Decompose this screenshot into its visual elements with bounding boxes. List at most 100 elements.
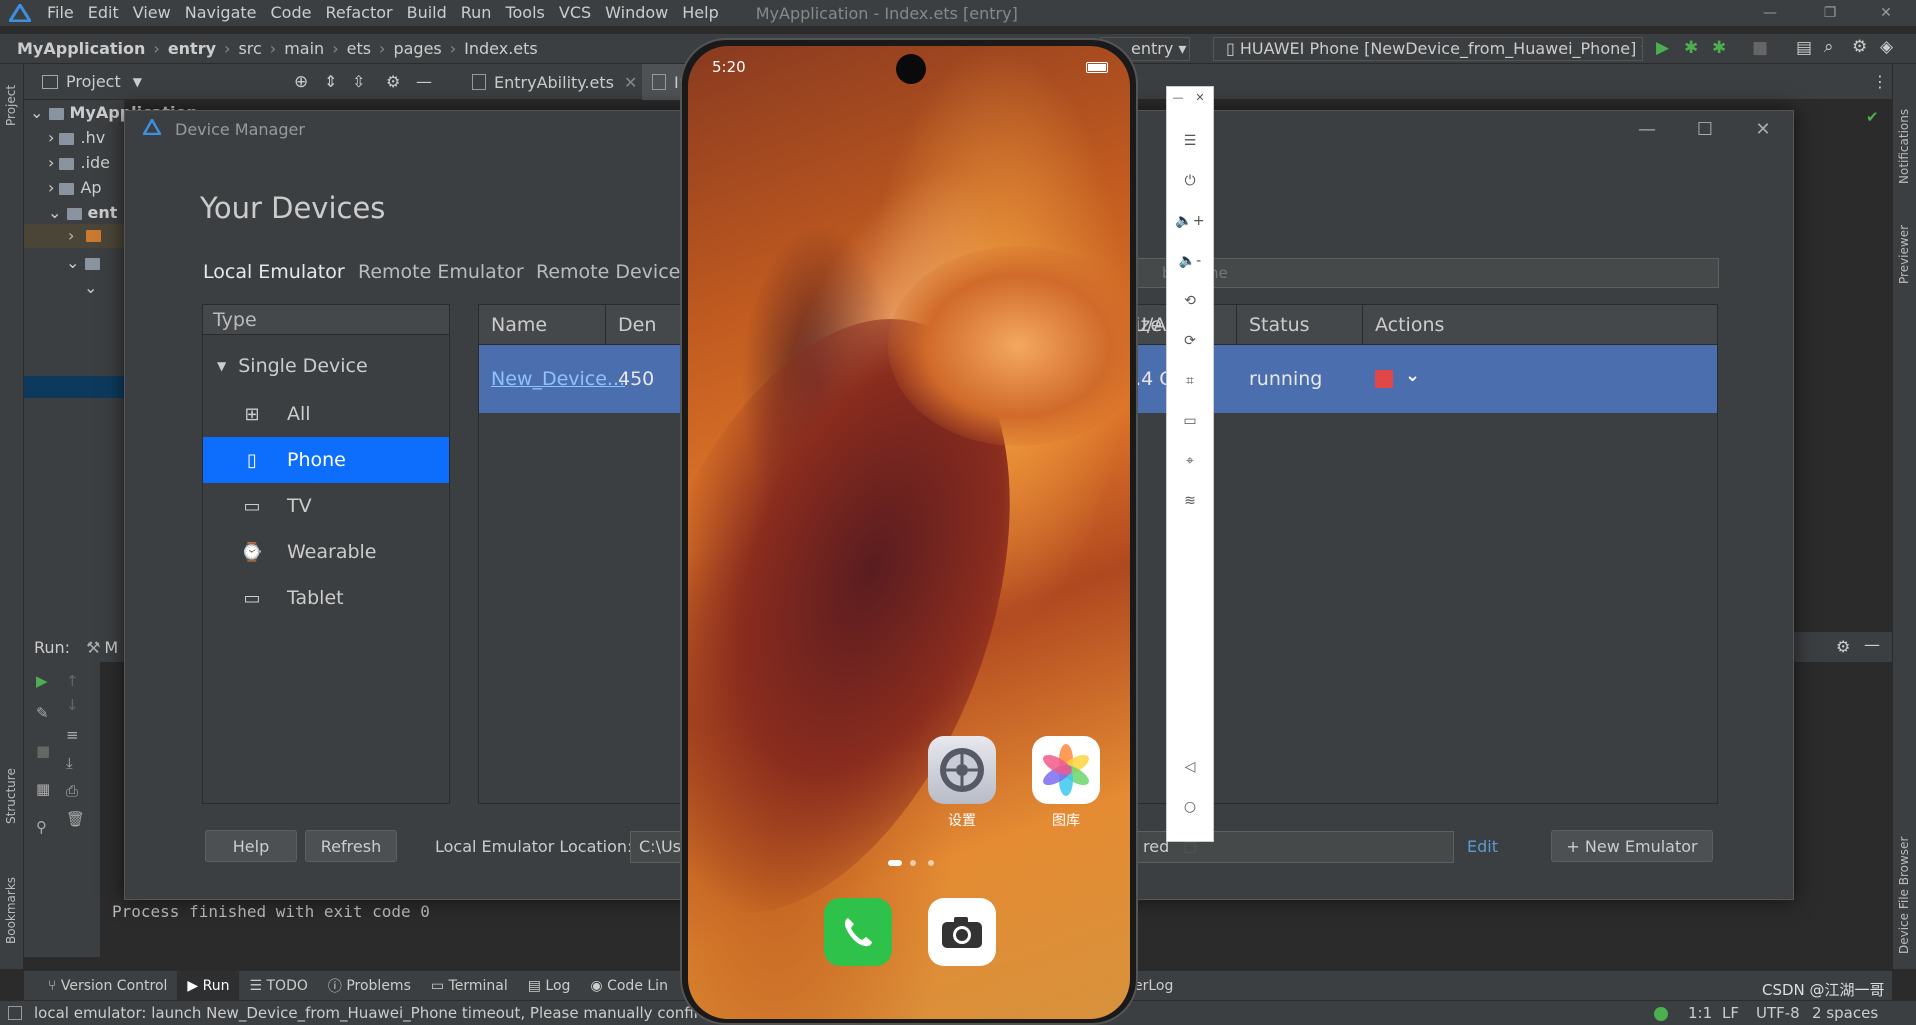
soft-wrap-icon[interactable]: ≡ xyxy=(66,726,79,744)
minimize-window-icon[interactable]: — xyxy=(1740,0,1800,26)
breadcrumb-src[interactable]: src xyxy=(235,39,264,58)
trash-icon[interactable]: 🗑 xyxy=(66,810,85,828)
chevron-down-icon[interactable]: ⌄ xyxy=(1405,365,1420,386)
screenshot-crop-icon[interactable]: ⌗ xyxy=(1167,369,1213,393)
tree-item-idea[interactable]: › .ide xyxy=(48,153,110,172)
breadcrumb-main[interactable]: main xyxy=(281,39,327,58)
structure-tool-tab[interactable]: Structure xyxy=(4,768,18,824)
search-icon[interactable]: ⌕ xyxy=(1824,37,1834,57)
rerun-icon[interactable]: ▶ xyxy=(36,672,48,690)
app-label-gallery[interactable]: 图库 xyxy=(1032,810,1100,830)
hide-panel-icon[interactable]: — xyxy=(416,72,432,91)
rotate-right-icon[interactable]: ⟳ xyxy=(1167,329,1213,353)
battery-icon[interactable]: ▭ xyxy=(1167,409,1213,433)
caret-position[interactable]: 1:1 xyxy=(1688,1004,1712,1022)
tree-item-appscope[interactable]: › Ap xyxy=(48,178,102,197)
down-arrow-icon[interactable]: ↓ xyxy=(66,696,79,714)
collapse-all-icon[interactable]: ⇳ xyxy=(352,72,365,91)
close-window-icon[interactable]: ✕ xyxy=(1856,0,1916,26)
previewer-tool-tab[interactable]: Previewer xyxy=(1897,225,1911,284)
breadcrumb-ets[interactable]: ets xyxy=(344,39,374,58)
layout-icon[interactable]: ▦ xyxy=(36,780,50,798)
print-icon[interactable]: ⎙ xyxy=(66,782,78,800)
tree-item-selected-row[interactable] xyxy=(24,376,124,398)
menu-navigate[interactable]: Navigate xyxy=(178,0,264,26)
file-encoding[interactable]: UTF-8 xyxy=(1756,1004,1800,1022)
settings-gear-icon[interactable]: ⚙ xyxy=(1852,37,1867,57)
settings-gear-icon[interactable]: ⚙ xyxy=(386,72,400,91)
tab-remote-emulator[interactable]: Remote Emulator xyxy=(358,261,524,283)
tab-local-emulator[interactable]: Local Emulator xyxy=(203,261,345,283)
run-icon[interactable]: ▶ xyxy=(1656,38,1669,58)
restore-window-icon[interactable]: ❐ xyxy=(1800,0,1860,26)
menu-window[interactable]: Window xyxy=(598,0,675,26)
tab-remote-device[interactable]: Remote Device xyxy=(536,261,680,283)
minimize-dialog-icon[interactable]: — xyxy=(1617,111,1677,147)
bookmarks-tool-tab[interactable]: Bookmarks xyxy=(4,877,18,944)
type-item-phone[interactable]: ▯ Phone xyxy=(203,437,449,483)
phone-screen[interactable]: 5:20 设置 图库 xyxy=(688,46,1130,1019)
tab-run[interactable]: ▶ Run xyxy=(177,970,240,1001)
close-dialog-icon[interactable]: ✕ xyxy=(1733,111,1793,147)
breadcrumb-file[interactable]: Index.ets xyxy=(461,39,541,58)
tree-item-src[interactable]: ⌄ xyxy=(66,253,106,272)
column-status[interactable]: Status xyxy=(1237,305,1363,345)
close-tab-icon[interactable]: ✕ xyxy=(624,73,637,92)
volume-up-icon[interactable]: 🔈+ xyxy=(1167,209,1213,233)
phone-call-icon[interactable] xyxy=(824,898,892,966)
notifications-tool-tab[interactable]: Notifications xyxy=(1897,109,1911,184)
tree-item-hvigor[interactable]: › .hv xyxy=(48,128,105,147)
tree-item-build-row[interactable]: › xyxy=(24,224,124,248)
camera-icon[interactable] xyxy=(928,898,996,966)
chevron-down-icon[interactable]: ▼ xyxy=(133,75,142,89)
power-icon[interactable]: ⏻ xyxy=(1167,169,1213,193)
stop-icon[interactable]: ■ xyxy=(36,742,50,760)
column-actions[interactable]: Actions xyxy=(1363,305,1489,345)
gallery-flower-icon[interactable] xyxy=(1032,736,1100,804)
location-icon[interactable]: ⌖ xyxy=(1167,449,1213,473)
menu-build[interactable]: Build xyxy=(400,0,454,26)
menu-vcs[interactable]: VCS xyxy=(552,0,598,26)
menu-view[interactable]: View xyxy=(126,0,178,26)
search-input[interactable]: by name xyxy=(1135,258,1719,288)
device-select[interactable]: ▯ HUAWEI Phone [NewDevice_from_Huawei_Ph… xyxy=(1213,37,1643,61)
help-button[interactable]: Help xyxy=(205,830,297,862)
type-item-wearable[interactable]: ⌚ Wearable xyxy=(203,529,449,575)
up-arrow-icon[interactable]: ↑ xyxy=(66,672,79,690)
project-tool-tab[interactable]: Project xyxy=(4,85,18,126)
menu-run[interactable]: Run xyxy=(454,0,499,26)
breadcrumb-project[interactable]: MyApplication xyxy=(14,39,148,58)
new-emulator-button[interactable]: + New Emulator xyxy=(1551,830,1713,862)
back-icon[interactable]: ◁ xyxy=(1167,755,1213,779)
home-icon[interactable]: ○ xyxy=(1167,795,1213,819)
tab-code-linter[interactable]: ◉ Code Lin xyxy=(580,971,678,1001)
stop-icon[interactable]: ■ xyxy=(1752,38,1768,58)
type-item-tv[interactable]: ▭ TV xyxy=(203,483,449,529)
indent-setting[interactable]: 2 spaces xyxy=(1812,1004,1878,1022)
maximize-dialog-icon[interactable]: ☐ xyxy=(1675,111,1735,147)
project-panel-title[interactable]: Project xyxy=(66,72,121,91)
menu-refactor[interactable]: Refactor xyxy=(318,0,399,26)
tree-item-entry[interactable]: ⌄ ent xyxy=(48,203,117,222)
device-file-browser-tool-tab[interactable]: Device File Browser xyxy=(1897,837,1911,954)
scroll-to-end-icon[interactable]: ⤓ xyxy=(66,754,73,772)
wifi-icon[interactable]: ≋ xyxy=(1167,489,1213,513)
line-separator[interactable]: LF xyxy=(1722,1004,1739,1022)
refresh-button[interactable]: Refresh xyxy=(305,830,397,862)
tab-entryability[interactable]: EntryAbility.ets ✕ xyxy=(462,64,647,100)
stop-emulator-button[interactable] xyxy=(1375,370,1393,388)
type-group-single-device[interactable]: ▼ Single Device xyxy=(203,343,449,389)
minimize-icon[interactable]: — xyxy=(1167,87,1189,107)
menu-code[interactable]: Code xyxy=(264,0,319,26)
menu-file[interactable]: File xyxy=(40,0,81,26)
edit-link[interactable]: Edit xyxy=(1467,837,1498,856)
menu-help[interactable]: Help xyxy=(675,0,725,26)
hide-panel-icon[interactable]: — xyxy=(1864,635,1880,654)
locate-file-icon[interactable]: ⊕ xyxy=(294,72,308,92)
tree-item-main[interactable]: ⌄ xyxy=(84,278,97,297)
tab-problems[interactable]: ⓘ Problems xyxy=(318,971,421,1001)
recents-icon[interactable]: □ xyxy=(1167,835,1213,859)
type-item-tablet[interactable]: ▭ Tablet xyxy=(203,575,449,621)
settings-gear-icon[interactable]: ⚙ xyxy=(1836,637,1850,656)
column-name[interactable]: Name xyxy=(479,305,606,345)
